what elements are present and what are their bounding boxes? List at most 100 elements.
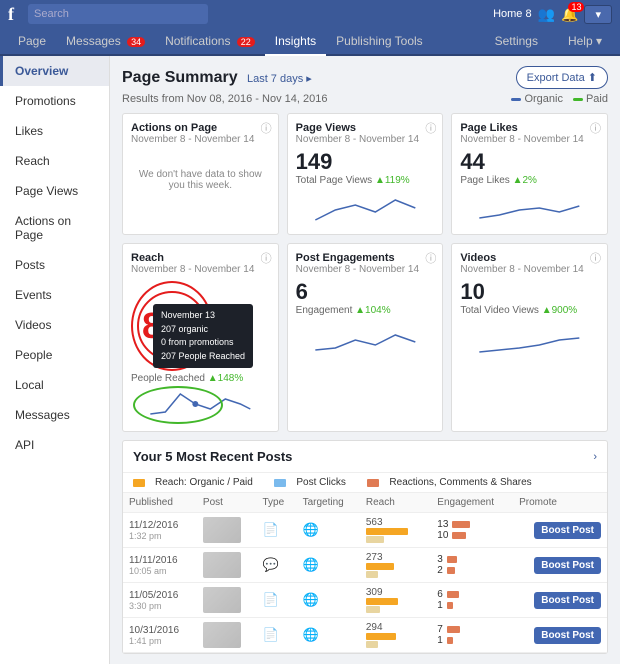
friends-icon[interactable]: 👥 xyxy=(538,6,555,23)
engagements-change-pct: ▲104% xyxy=(355,305,390,316)
info-icon-page-views[interactable]: ⓘ xyxy=(425,120,436,136)
post-date-1: 11/12/20161:32 pm xyxy=(123,513,197,548)
sidebar-item-reach[interactable]: Reach xyxy=(0,146,109,176)
tab-help[interactable]: Help ▾ xyxy=(558,28,612,56)
tooltip-promotions: 0 from promotions xyxy=(161,336,245,350)
notification-badge: 13 xyxy=(568,2,584,12)
reach-change-label: People Reached xyxy=(131,373,208,384)
sidebar-item-messages[interactable]: Messages xyxy=(0,400,109,430)
chart-legend: Organic Paid xyxy=(511,93,608,105)
boost-post-btn-2[interactable]: Boost Post xyxy=(534,557,601,574)
sidebar-item-videos[interactable]: Videos xyxy=(0,310,109,340)
sidebar-item-api[interactable]: API xyxy=(0,430,109,460)
stat-card-page-views: ⓘ Page Views November 8 - November 14 14… xyxy=(287,113,444,235)
export-data-button[interactable]: Export Data ⬆ xyxy=(516,66,608,89)
sidebar-item-overview[interactable]: Overview xyxy=(0,56,109,86)
post-engagement-3: 6 1 xyxy=(431,583,513,618)
tooltip-date: November 13 xyxy=(161,309,245,323)
posts-legend-row: Reach: Organic / Paid Post Clicks Reacti… xyxy=(123,473,607,493)
info-icon-reach[interactable]: ⓘ xyxy=(261,250,272,266)
doc-icon-4: 📄 xyxy=(262,627,278,642)
tab-publishing-tools[interactable]: Publishing Tools xyxy=(326,28,433,56)
info-icon-engagements[interactable]: ⓘ xyxy=(425,250,436,266)
date-range-selector[interactable]: Last 7 days ▸ xyxy=(247,73,312,85)
page-views-change-label: Total Page Views xyxy=(296,175,375,186)
col-targeting: Targeting xyxy=(297,493,360,513)
sidebar-item-events[interactable]: Events xyxy=(0,280,109,310)
page-views-change-pct: ▲119% xyxy=(375,175,410,186)
sidebar-item-people[interactable]: People xyxy=(0,340,109,370)
see-more-link[interactable]: › xyxy=(593,451,597,463)
videos-change-label: Total Video Views xyxy=(460,305,541,316)
page-summary-header: Page Summary Last 7 days ▸ Export Data ⬆ xyxy=(122,66,608,89)
reach-tooltip: November 13 207 organic 0 from promotion… xyxy=(153,304,253,368)
post-thumb-1 xyxy=(197,513,257,548)
boost-post-btn-3[interactable]: Boost Post xyxy=(534,592,601,609)
legend-paid-dot xyxy=(573,98,583,101)
top-bar: f Home 8 👥 🔔 13 ▾ xyxy=(0,0,620,28)
notif-badge: 22 xyxy=(237,37,255,47)
reach-legend-label: Reach: Organic / Paid xyxy=(155,477,253,488)
home-link[interactable]: Home 8 xyxy=(493,8,532,20)
tab-messages[interactable]: Messages 34 xyxy=(56,28,155,56)
tab-page[interactable]: Page xyxy=(8,28,56,56)
sidebar-item-actions-on-page[interactable]: Actions on Page xyxy=(0,206,109,250)
sidebar-item-promotions[interactable]: Promotions xyxy=(0,86,109,116)
tab-settings[interactable]: Settings xyxy=(485,28,548,56)
post-reach-3: 309 xyxy=(360,583,431,618)
post-type-3: 📄 xyxy=(256,583,296,618)
videos-change-pct: ▲900% xyxy=(542,305,577,316)
sidebar-item-page-views[interactable]: Page Views xyxy=(0,176,109,206)
sidebar-item-posts[interactable]: Posts xyxy=(0,250,109,280)
boost-post-btn-1[interactable]: Boost Post xyxy=(534,522,601,539)
info-icon-actions[interactable]: ⓘ xyxy=(261,120,272,136)
doc-icon: 📄 xyxy=(262,522,278,537)
content-area: Page Summary Last 7 days ▸ Export Data ⬆… xyxy=(110,56,620,664)
stat-card-page-likes: ⓘ Page Likes November 8 - November 14 44… xyxy=(451,113,608,235)
tab-insights[interactable]: Insights xyxy=(265,28,326,56)
nav-right: Settings Help ▾ xyxy=(485,28,612,54)
clicks-legend-label: Post Clicks xyxy=(296,477,345,488)
page-summary-title: Page Summary xyxy=(122,69,238,86)
stat-card-post-engagements: ⓘ Post Engagements November 8 - November… xyxy=(287,243,444,432)
stat-card-reach: ⓘ Reach November 8 - November 14 855 Peo… xyxy=(122,243,279,432)
post-engagement-1: 13 10 xyxy=(431,513,513,548)
post-date-4: 10/31/20161:41 pm xyxy=(123,618,197,653)
post-type-1: 📄 xyxy=(256,513,296,548)
page-views-change: Total Page Views ▲119% xyxy=(296,175,435,186)
post-target-2: 🌐 xyxy=(297,548,360,583)
target-icon-1: 🌐 xyxy=(303,522,319,537)
reactions-swatch xyxy=(367,479,379,487)
engagements-card-title: Post Engagements xyxy=(296,252,435,264)
post-target-3: 🌐 xyxy=(297,583,360,618)
search-input[interactable] xyxy=(28,4,208,24)
info-icon-videos[interactable]: ⓘ xyxy=(590,250,601,266)
posts-table-header: Published Post Type Targeting Reach Enga… xyxy=(123,493,607,513)
legend-organic-dot xyxy=(511,98,521,101)
post-target-1: 🌐 xyxy=(297,513,360,548)
engagements-card-sub: November 8 - November 14 xyxy=(296,264,435,275)
tooltip-people: 207 People Reached xyxy=(161,350,245,364)
profile-button[interactable]: ▾ xyxy=(584,5,612,24)
post-reach-4: 294 xyxy=(360,618,431,653)
legend-organic: Organic xyxy=(511,93,563,105)
videos-value: 10 xyxy=(460,279,599,305)
boost-post-btn-4[interactable]: Boost Post xyxy=(534,627,601,644)
notifications-icon[interactable]: 🔔 13 xyxy=(561,6,578,23)
col-promote: Promote xyxy=(513,493,607,513)
target-icon-3: 🌐 xyxy=(303,592,319,607)
sidebar-item-local[interactable]: Local xyxy=(0,370,109,400)
reach-change-pct: ▲148% xyxy=(208,373,243,384)
nav-tabs: Page Messages 34 Notifications 22 Insigh… xyxy=(0,28,620,56)
post-promote-4: Boost Post xyxy=(513,618,607,653)
post-thumb-4 xyxy=(197,618,257,653)
chat-icon: 💬 xyxy=(262,557,278,572)
stat-card-videos: ⓘ Videos November 8 - November 14 10 Tot… xyxy=(451,243,608,432)
table-row: 11/12/20161:32 pm 📄 🌐 563 13 xyxy=(123,513,607,548)
sidebar-item-likes[interactable]: Likes xyxy=(0,116,109,146)
clicks-swatch xyxy=(274,479,286,487)
table-row: 11/05/20163:30 pm 📄 🌐 309 6 xyxy=(123,583,607,618)
post-engagement-4: 7 1 xyxy=(431,618,513,653)
tab-notifications[interactable]: Notifications 22 xyxy=(155,28,265,56)
info-icon-page-likes[interactable]: ⓘ xyxy=(590,120,601,136)
